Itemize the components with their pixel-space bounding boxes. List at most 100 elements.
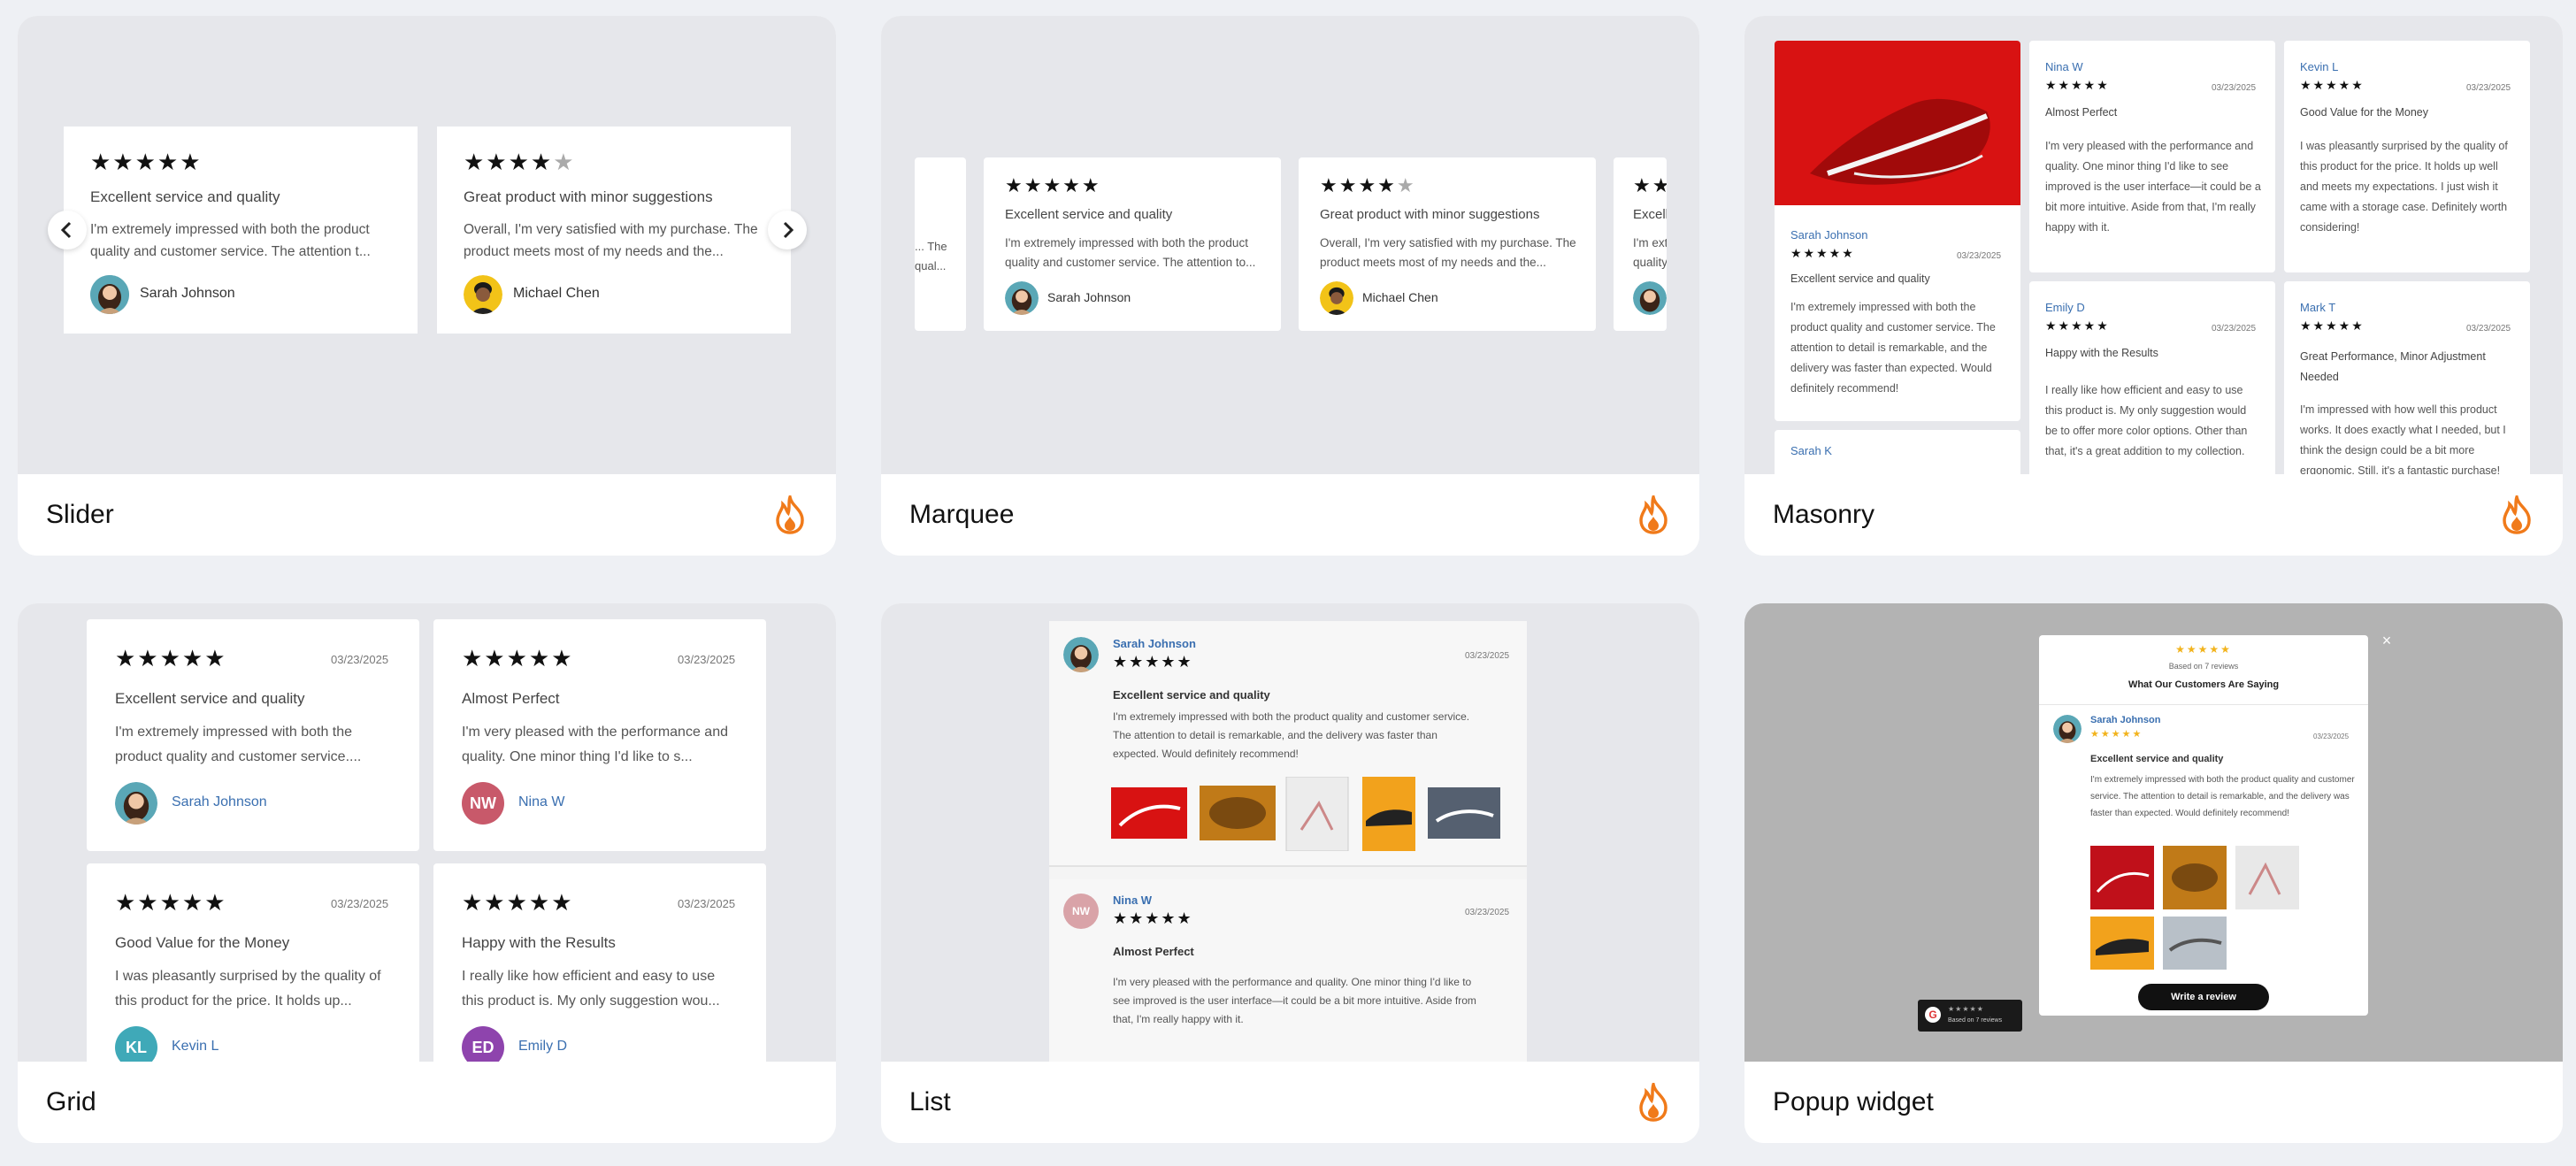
review-card: Emily D ★★★★★ 03/23/2025 Happy with the … bbox=[2029, 281, 2275, 474]
avatar bbox=[1005, 281, 1039, 315]
badge-text: Based on 7 reviews bbox=[1948, 1017, 2003, 1024]
review-title: Happy with the Results bbox=[2045, 347, 2158, 359]
review-body: I'm very pleased with the performance an… bbox=[462, 725, 728, 764]
card-footer: Grid bbox=[18, 1062, 836, 1143]
star-rating: ★★★★★ bbox=[2090, 728, 2143, 740]
review-body: I'm extremely impressed with both the pr… bbox=[1005, 236, 1256, 269]
review-body: I'm impressed with how well this product… bbox=[2300, 403, 2506, 474]
card-list[interactable]: Sarah Johnson ★★★★★ 03/23/2025 Excellent… bbox=[881, 603, 1699, 1143]
reviewer-name: Michael Chen bbox=[1362, 290, 1438, 304]
star-rating: ★★★★★ bbox=[1320, 175, 1416, 197]
popup-heading: What Our Customers Are Saying bbox=[2128, 679, 2280, 690]
review-date: 03/23/2025 bbox=[1465, 908, 1510, 917]
star-rating: ★★★★★ bbox=[2300, 319, 2365, 334]
card-grid[interactable]: ★★★★★ 03/23/2025 Excellent service and q… bbox=[18, 603, 836, 1143]
review-card: Mark T ★★★★★ 03/23/2025 Great Performanc… bbox=[2284, 281, 2530, 474]
avatar bbox=[90, 275, 129, 314]
review-body: I was pleasantly surprised by the qualit… bbox=[115, 969, 381, 1009]
close-icon[interactable]: × bbox=[2378, 632, 2396, 649]
review-title: Excell bbox=[1633, 207, 1667, 222]
fire-icon bbox=[2503, 495, 2531, 534]
review-title: Great product with minor suggestions bbox=[464, 188, 713, 205]
review-body: I'm very pleased with the performance an… bbox=[1113, 976, 1476, 1025]
avatar bbox=[2053, 715, 2082, 743]
star-rating: ★★★★★ bbox=[462, 890, 574, 917]
popup-panel: ★★★★★ Based on 7 reviews What Our Custom… bbox=[2039, 635, 2368, 1016]
review-title: Good Value for the Money bbox=[2300, 106, 2428, 119]
review-title: Almost Perfect bbox=[1113, 945, 1194, 958]
divider bbox=[2039, 704, 2368, 705]
write-review-button[interactable]: Write a review bbox=[2138, 984, 2269, 1010]
reviewer-name: Sarah Johnson bbox=[2090, 715, 2161, 725]
avatar-initials: NW bbox=[462, 782, 504, 825]
card-label: Slider bbox=[46, 500, 114, 529]
review-body: I'm very pleased with the performance an… bbox=[2045, 140, 2261, 234]
grid-preview: ★★★★★ 03/23/2025 Excellent service and q… bbox=[18, 603, 836, 1062]
review-title: Great product with minor suggestions bbox=[1320, 207, 1540, 222]
review-title: Almost Perfect bbox=[2045, 106, 2118, 119]
review-date: 03/23/2025 bbox=[2313, 733, 2350, 740]
avatar-initials: KL bbox=[115, 1026, 157, 1062]
chevron-right-icon bbox=[783, 221, 794, 239]
prev-arrow-button[interactable] bbox=[48, 211, 87, 249]
review-body: Overall, I'm very satisfied with my purc… bbox=[464, 222, 758, 259]
card-footer: Masonry bbox=[1744, 474, 2563, 556]
review-title: Excellent service and quality bbox=[1113, 688, 1270, 702]
reviewer-name: Mark T bbox=[2300, 301, 2336, 314]
star-rating: ★★★★★ bbox=[2045, 319, 2110, 334]
review-body: I really like how efficient and easy to … bbox=[462, 969, 720, 1009]
avatar-initials: ED bbox=[462, 1026, 504, 1062]
fire-icon bbox=[1639, 495, 1668, 534]
review-body: I'm ext quality bbox=[1633, 236, 1667, 269]
star-rating: ★★★★★ bbox=[1633, 175, 1667, 197]
review-card: ★★★★★ 03/23/2025 Happy with the Results … bbox=[433, 863, 766, 1062]
card-marquee[interactable]: ... The qual... ★★★★★ Excellent service … bbox=[881, 16, 1699, 556]
card-label: List bbox=[909, 1087, 951, 1116]
product-image bbox=[1775, 41, 2020, 205]
card-label: Masonry bbox=[1773, 500, 1875, 529]
review-title: Excellent service and quality bbox=[90, 188, 280, 205]
review-card: Sarah K bbox=[1775, 430, 2020, 474]
review-date: 03/23/2025 bbox=[2212, 83, 2257, 93]
review-card: ★★★★★ 03/23/2025 Almost Perfect I'm very… bbox=[433, 619, 766, 851]
card-label: Popup widget bbox=[1773, 1087, 1934, 1116]
star-rating: ★★★★★ bbox=[1948, 1005, 1984, 1013]
star-rating: ★★★★★ bbox=[2175, 643, 2232, 656]
reviewer-name: Emily D bbox=[518, 1039, 568, 1054]
review-body: Overall, I'm very satisfied with my purc… bbox=[1320, 236, 1576, 269]
review-body: ... The qual... bbox=[915, 240, 947, 272]
review-title: Almost Perfect bbox=[462, 690, 560, 707]
review-body: I was pleasantly surprised by the qualit… bbox=[2300, 140, 2508, 234]
reviewer-name: Kevin L bbox=[2300, 60, 2339, 73]
reviewer-name: Sarah Johnson bbox=[140, 286, 235, 301]
card-slider[interactable]: ★★★★★ Excellent service and quality I'm … bbox=[18, 16, 836, 556]
review-date: 03/23/2025 bbox=[2212, 324, 2257, 334]
fire-icon bbox=[776, 495, 804, 534]
review-card-partial: ... The qual... bbox=[915, 157, 966, 331]
review-title: Great Performance, Minor Adjustment Need… bbox=[2300, 350, 2486, 383]
reviewer-name: Sarah Johnson bbox=[172, 794, 267, 809]
star-rating: ★★★★★ bbox=[1113, 653, 1193, 671]
avatar bbox=[115, 782, 157, 825]
review-card: ★★★★★ 03/23/2025 Good Value for the Mone… bbox=[87, 863, 419, 1062]
list-preview: Sarah Johnson ★★★★★ 03/23/2025 Excellent… bbox=[881, 603, 1699, 1062]
star-rating: ★★★★★ bbox=[1005, 175, 1101, 197]
next-arrow-button[interactable] bbox=[768, 211, 807, 249]
google-reviews-badge[interactable]: G ★★★★★ Based on 7 reviews bbox=[1918, 1000, 2022, 1032]
review-title: Excellent service and quality bbox=[2090, 754, 2224, 764]
card-popup-widget[interactable]: ★★★★★ Based on 7 reviews What Our Custom… bbox=[1744, 603, 2563, 1143]
review-title: Excellent service and quality bbox=[1005, 207, 1173, 222]
card-masonry[interactable]: Sarah Johnson ★★★★★ 03/23/2025 Excellent… bbox=[1744, 16, 2563, 556]
review-body: I'm extremely impressed with both the pr… bbox=[2090, 775, 2355, 818]
review-title: Excellent service and quality bbox=[115, 690, 305, 707]
card-footer: Slider bbox=[18, 474, 836, 556]
star-rating: ★★★★★ bbox=[2045, 79, 2110, 93]
review-body: I'm extremely impressed with both the pr… bbox=[90, 222, 371, 259]
avatar bbox=[1320, 281, 1353, 315]
popup-preview: ★★★★★ Based on 7 reviews What Our Custom… bbox=[1744, 603, 2563, 1062]
avatar bbox=[1633, 281, 1667, 315]
list-container: Sarah Johnson ★★★★★ 03/23/2025 Excellent… bbox=[1049, 621, 1527, 1062]
review-date: 03/23/2025 bbox=[1957, 251, 2002, 261]
review-title: Good Value for the Money bbox=[115, 934, 290, 951]
marquee-preview: ... The qual... ★★★★★ Excellent service … bbox=[881, 16, 1699, 474]
